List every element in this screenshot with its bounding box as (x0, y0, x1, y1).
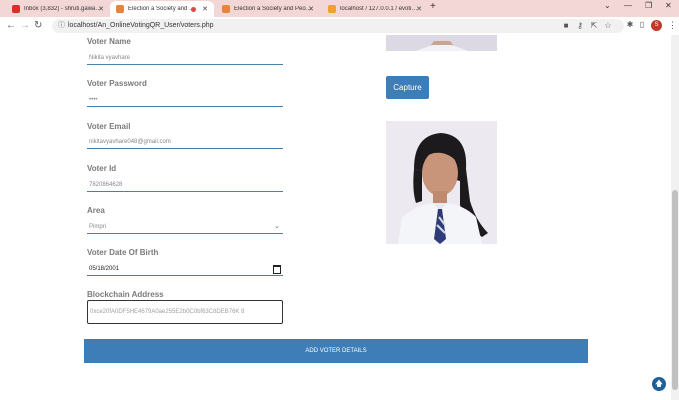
page-scrollbar[interactable] (671, 35, 679, 400)
area-selected-value: Pimpri (89, 224, 107, 230)
profile-avatar[interactable]: S (651, 20, 662, 31)
tab-title: Election a Society and People (234, 6, 312, 12)
close-tab-icon[interactable]: ✕ (416, 5, 422, 13)
tab-election-active[interactable]: Election a Society and People ✕ (110, 1, 214, 17)
voter-email-label: Voter Email (87, 122, 131, 131)
gmail-icon (12, 5, 20, 13)
voter-email-input[interactable]: nikitavyavhare048@gmail.com (87, 135, 283, 149)
minimize-icon[interactable]: — (624, 1, 632, 10)
tab-title: Election a Society and People (128, 6, 196, 12)
share-icon[interactable]: ⇱ (590, 22, 598, 30)
new-tab-icon[interactable]: + (430, 1, 436, 12)
blockchain-address-input[interactable]: 0xce20fA0DF5HE4679A0ae255E2b0C0bf63C8DEB… (87, 300, 283, 324)
close-window-icon[interactable]: ✕ (665, 1, 672, 10)
tab-title: localhost / 127.0.0.1 / evoting / ... (340, 6, 420, 12)
browser-toolbar: ← → ↻ ⓘ localhost/An_OnlineVotingQR_User… (0, 17, 679, 36)
scroll-to-top-button[interactable]: 🡅 (652, 377, 666, 391)
dob-label: Voter Date Of Birth (87, 248, 159, 257)
area-label: Area (87, 206, 105, 215)
phpmyadmin-icon (328, 5, 336, 13)
voter-password-input[interactable]: •••• (87, 93, 283, 107)
tab-title: Inbox (3,832) - shruti.gawali99@... (24, 6, 102, 12)
voter-id-label: Voter Id (87, 164, 117, 173)
sidebar-icon[interactable]: ▯ (638, 21, 646, 29)
site-favicon-icon (222, 5, 230, 13)
menu-icon[interactable]: ⋮ (668, 20, 677, 31)
chevron-down-icon: ⌄ (274, 223, 280, 230)
voter-name-label: Voter Name (87, 37, 131, 46)
key-icon[interactable]: ⚷ (576, 22, 584, 30)
captured-photo (386, 121, 497, 244)
capture-button[interactable]: Capture (386, 76, 429, 99)
calendar-icon[interactable] (273, 265, 281, 274)
tab-inbox[interactable]: Inbox (3,832) - shruti.gawali99@... ✕ (6, 1, 110, 17)
close-tab-icon[interactable]: ✕ (308, 5, 314, 13)
tab-strip: Inbox (3,832) - shruti.gawali99@... ✕ El… (0, 0, 679, 17)
tab-phpmyadmin[interactable]: localhost / 127.0.0.1 / evoting / ... ✕ (322, 1, 428, 17)
voter-name-input[interactable]: Nikita vyavhare (87, 51, 283, 65)
site-favicon-icon (116, 5, 124, 13)
voter-form-page: Voter Name Nikita vyavhare Voter Passwor… (0, 35, 671, 400)
voter-id-input[interactable]: 7820864628 (87, 178, 283, 192)
star-icon[interactable]: ☆ (604, 22, 612, 30)
url-text: localhost/An_OnlineVotingQR_User/voters.… (68, 22, 214, 29)
maximize-icon[interactable]: ❐ (645, 1, 652, 10)
captured-photo-image (386, 121, 497, 244)
reload-icon[interactable]: ↻ (34, 20, 42, 32)
add-voter-details-button[interactable]: ADD VOTER DETAILS (84, 339, 588, 363)
webcam-preview-image (386, 35, 497, 51)
close-tab-icon[interactable]: ✕ (202, 5, 208, 13)
voter-password-label: Voter Password (87, 79, 147, 88)
tab-search-icon[interactable]: ⌄ (604, 1, 611, 10)
extensions-icon[interactable]: ✱ (626, 21, 634, 29)
forward-icon[interactable]: → (20, 20, 30, 32)
arrow-up-icon: 🡅 (654, 379, 664, 388)
back-icon[interactable]: ← (6, 20, 16, 32)
site-info-icon[interactable]: ⓘ (58, 19, 65, 33)
webcam-preview (386, 35, 497, 51)
recording-icon (191, 6, 196, 12)
scrollbar-thumb[interactable] (672, 190, 678, 390)
tab-election[interactable]: Election a Society and People ✕ (216, 1, 320, 17)
dob-input[interactable]: 05/18/2001 (87, 262, 283, 276)
close-tab-icon[interactable]: ✕ (98, 5, 104, 13)
area-select[interactable]: Pimpri ⌄ (87, 220, 283, 234)
dob-value: 05/18/2001 (89, 266, 120, 272)
blockchain-label: Blockchain Address (87, 290, 164, 299)
address-bar[interactable]: ⓘ localhost/An_OnlineVotingQR_User/voter… (52, 19, 624, 33)
camera-icon[interactable]: ■ (562, 22, 570, 30)
